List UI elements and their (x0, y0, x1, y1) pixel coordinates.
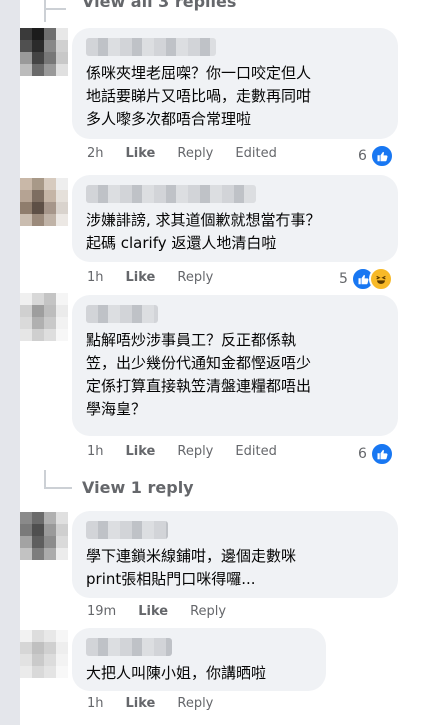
comment-bubble: 涉嫌誹謗, 求其道個歉就想當冇事？ 起碼 clarify 返還人地清白啦 (72, 175, 398, 262)
reactions[interactable]: 6 (358, 442, 394, 466)
commenter-name-blurred[interactable] (86, 185, 256, 203)
thread-line (44, 0, 46, 22)
avatar[interactable] (20, 512, 68, 560)
thread-line (44, 487, 72, 489)
reaction-count: 5 (339, 271, 348, 287)
comment-meta: 1h Like Reply Edited (87, 444, 277, 459)
commenter-name-blurred[interactable] (86, 521, 168, 539)
like-button[interactable]: Like (126, 146, 156, 161)
avatar[interactable] (20, 630, 68, 678)
reply-button[interactable]: Reply (177, 270, 213, 285)
commenter-name-blurred[interactable] (86, 305, 158, 323)
thumbs-up-icon (369, 144, 394, 168)
comment-bubble: 係咪夾埋老屈㗎？你一口咬定但人 地話要睇片又唔比喎，走數再同咁 多人嚟多次都唔合… (72, 28, 398, 139)
timestamp[interactable]: 2h (87, 146, 104, 161)
reactions[interactable]: 5 (339, 267, 393, 291)
timestamp[interactable]: 19m (87, 604, 116, 619)
avatar[interactable] (20, 293, 68, 341)
view-all-replies-link[interactable]: View all 3 replies (82, 0, 236, 11)
avatar[interactable] (20, 28, 68, 76)
timestamp[interactable]: 1h (87, 696, 104, 711)
thread-line (44, 470, 46, 488)
reply-button[interactable]: Reply (177, 444, 213, 459)
comment-meta: 19m Like Reply (87, 604, 226, 619)
like-button[interactable]: Like (126, 270, 156, 285)
reply-button[interactable]: Reply (177, 696, 213, 711)
left-edge-strip (0, 0, 20, 725)
comment-meta: 1h Like Reply (87, 696, 213, 711)
thread-line (44, 8, 66, 10)
reaction-count: 6 (358, 148, 367, 164)
like-button[interactable]: Like (126, 444, 156, 459)
reply-button[interactable]: Reply (177, 146, 213, 161)
comment-bubble: 點解唔炒涉事員工？反正都係執 笠，出少幾份代通知金都慳返唔少 定係打算直接執笠清… (72, 295, 398, 436)
comment-text: 大把人叫陳小姐，你講晒啦 (86, 664, 267, 682)
reply-button[interactable]: Reply (190, 604, 226, 619)
view-replies-link[interactable]: View 1 reply (82, 478, 194, 497)
like-button[interactable]: Like (138, 604, 168, 619)
commenter-name-blurred[interactable] (86, 38, 216, 56)
comment-text: 學下連鎖米線鋪咁，邊個走數咪 print張相貼門口咪得囉... (86, 547, 297, 588)
avatar[interactable] (20, 178, 68, 226)
commenter-name-blurred[interactable] (86, 638, 172, 656)
comment-text: 係咪夾埋老屈㗎？你一口咬定但人 地話要睇片又唔比喎，走數再同咁 多人嚟多次都唔合… (86, 64, 312, 128)
timestamp[interactable]: 1h (87, 444, 104, 459)
haha-emoji-icon (368, 267, 393, 291)
comment-meta: 2h Like Reply Edited (87, 146, 277, 161)
reaction-count: 6 (358, 446, 367, 462)
comment-meta: 1h Like Reply (87, 270, 213, 285)
reactions[interactable]: 6 (358, 144, 394, 168)
like-button[interactable]: Like (126, 696, 156, 711)
comment-text: 涉嫌誹謗, 求其道個歉就想當冇事？ 起碼 clarify 返還人地清白啦 (86, 211, 321, 252)
timestamp[interactable]: 1h (87, 270, 104, 285)
edited-label: Edited (235, 146, 277, 161)
comment-bubble: 大把人叫陳小姐，你講晒啦 (72, 628, 326, 691)
comment-text: 點解唔炒涉事員工？反正都係執 笠，出少幾份代通知金都慳返唔少 定係打算直接執笠清… (86, 331, 312, 418)
thumbs-up-icon (369, 442, 394, 466)
comment-bubble: 學下連鎖米線鋪咁，邊個走數咪 print張相貼門口咪得囉... (72, 511, 398, 598)
edited-label: Edited (235, 444, 277, 459)
